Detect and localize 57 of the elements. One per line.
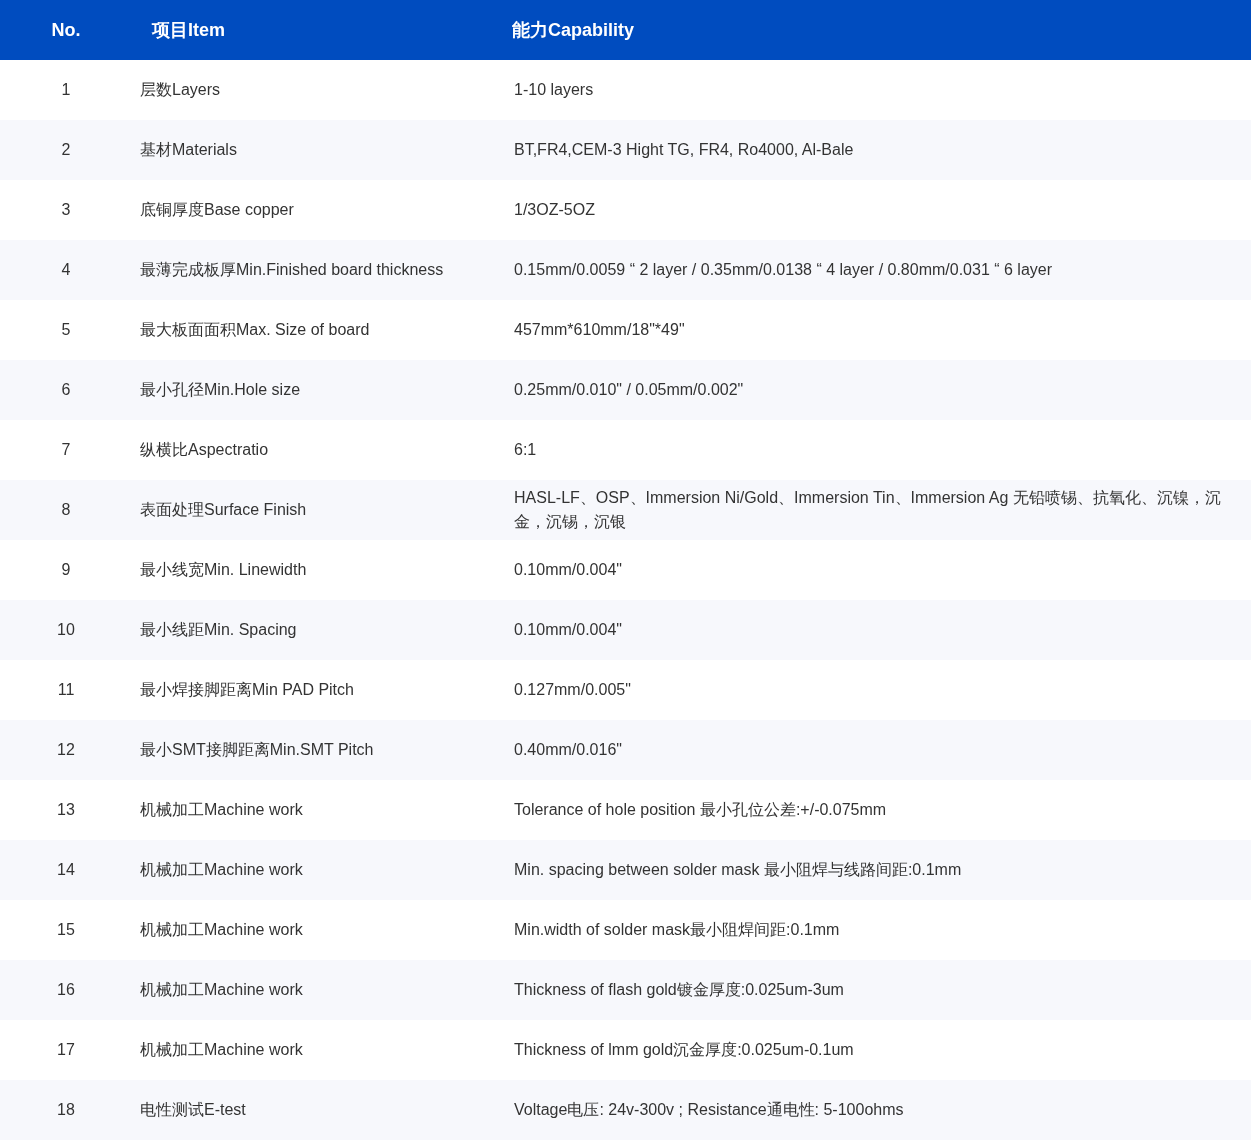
row-number: 17 [57, 1041, 75, 1058]
capability-value: 0.25mm/0.010" / 0.05mm/0.002" [514, 381, 744, 398]
row-number: 8 [61, 501, 71, 518]
item-name: 机械加工Machine work [140, 980, 303, 998]
item-name: 最小线宽Min. Linewidth [140, 560, 307, 578]
row-number: 10 [57, 621, 75, 638]
row-number: 13 [57, 801, 75, 818]
item-name: 表面处理Surface Finish [140, 500, 307, 518]
item-name: 机械加工Machine work [140, 860, 303, 878]
capability-value: 0.15mm/0.0059 “ 2 layer / 0.35mm/0.0138 “ 4 layer / 0.80mm/0.031 “ 6 layer [514, 261, 1053, 278]
capability-value: Min.width of solder mask最小阻焊间距:0.1mm [514, 921, 840, 938]
item-name: 最薄完成板厚Min.Finished board thickness [140, 260, 444, 278]
capability-value: 0.40mm/0.016" [514, 741, 622, 758]
item-name: 最小SMT接脚距离Min.SMT Pitch [140, 740, 374, 758]
item-name: 底铜厚度Base copper [140, 200, 294, 218]
item-name: 纵横比Aspectratio [140, 440, 269, 458]
item-name: 机械加工Machine work [140, 800, 303, 818]
item-name: 机械加工Machine work [140, 1040, 303, 1058]
item-name: 最小线距Min. Spacing [140, 620, 297, 638]
item-name: 最小孔径Min.Hole size [140, 380, 301, 398]
row-number: 9 [61, 561, 71, 578]
capability-value: 1/3OZ-5OZ [514, 201, 595, 218]
row-number: 2 [61, 141, 71, 158]
row-number: 16 [57, 981, 75, 998]
row-number: 1 [61, 81, 71, 98]
row-number: 14 [57, 861, 75, 878]
capability-value: Thickness of flash gold镀金厚度:0.025um-3um [514, 981, 844, 998]
capability-value: HASL-LF、OSP、Immersion Ni/Gold、Immersion Tin、Immersion Ag 无铅喷锡、抗氧化、沉镍，沉金，沉锡，沉银 [514, 489, 1221, 530]
row-number: 12 [57, 741, 75, 758]
column-header: No. [50, 19, 82, 41]
item-name: 层数Layers [140, 80, 221, 98]
capability-value: 6:1 [514, 441, 537, 458]
row-number: 7 [61, 441, 71, 458]
capability-value: Tolerance of hole position 最小孔位公差:+/-0.075mm [514, 801, 887, 818]
capability-value: 0.10mm/0.004" [514, 621, 622, 638]
column-header: 项目Item [150, 19, 226, 42]
capability-value: 1-10 layers [514, 81, 594, 98]
row-number: 18 [57, 1101, 75, 1118]
row-number: 5 [61, 321, 71, 338]
capability-value: Thickness of lmm gold沉金厚度:0.025um-0.1um [514, 1041, 854, 1058]
item-name: 最大板面面积Max. Size of board [140, 320, 370, 338]
item-name: 机械加工Machine work [140, 920, 303, 938]
row-number: 3 [61, 201, 71, 218]
item-name: 电性测试E-test [140, 1100, 246, 1118]
capability-value: 457mm*610mm/18"*49" [514, 321, 685, 338]
item-name: 最小焊接脚距离Min PAD Pitch [140, 680, 354, 698]
row-number: 4 [61, 261, 71, 278]
capability-value: Min. spacing between solder mask 最小阻焊与线路间距:0.1mm [514, 861, 962, 878]
row-number: 6 [61, 381, 71, 398]
item-name: 基材Materials [140, 140, 237, 158]
capability-value: BT,FR4,CEM-3 Hight TG, FR4, Ro4000, Al-Bale [514, 141, 854, 158]
column-header: 能力Capability [511, 18, 636, 42]
capability-value: 0.10mm/0.004" [514, 561, 622, 578]
row-number: 11 [57, 681, 75, 698]
capability-value: 0.127mm/0.005" [514, 681, 631, 698]
row-number: 15 [57, 921, 75, 938]
capability-value: Voltage电压: 24v-300v ; Resistance通电性: 5-100ohms [514, 1101, 904, 1118]
